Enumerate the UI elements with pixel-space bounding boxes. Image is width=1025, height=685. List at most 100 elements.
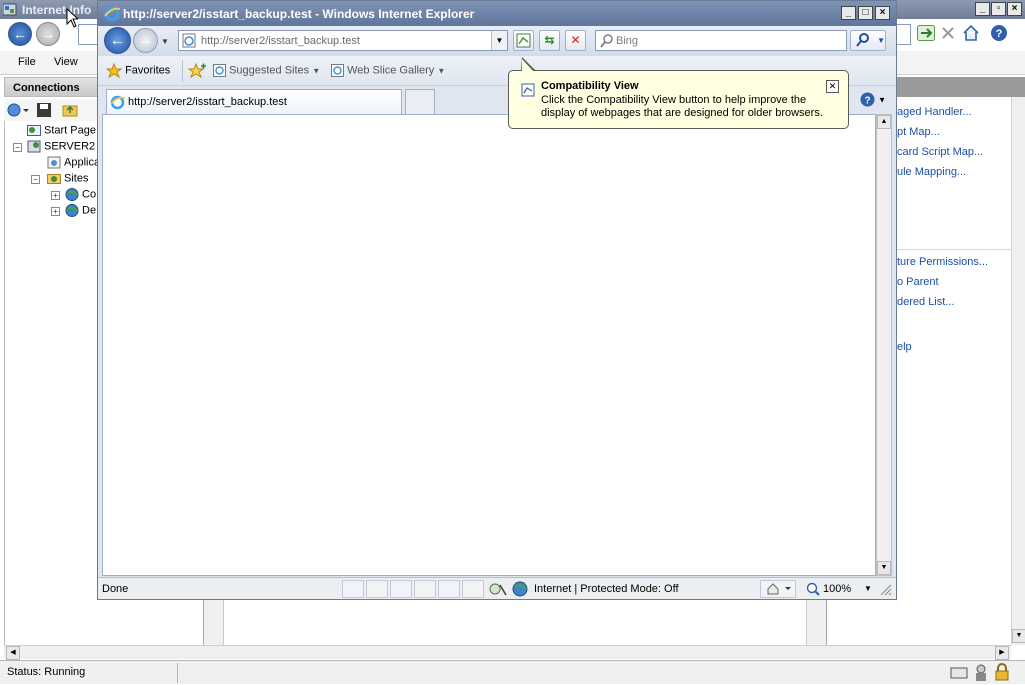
iis-help-icon[interactable]: ?	[990, 24, 1008, 45]
tree-item-site-2[interactable]: De	[65, 204, 96, 217]
tooltip-close-button[interactable]: ✕	[826, 80, 839, 93]
action-edit-feature-permissions[interactable]: ture Permissions...	[897, 256, 988, 268]
action-revert-to-parent[interactable]: o Parent	[897, 276, 939, 288]
tree-item-start-page[interactable]: Start Page	[27, 124, 96, 137]
popup-blocker-icon[interactable]	[489, 581, 507, 600]
tree-expand-site-2[interactable]: +	[51, 207, 60, 216]
iis-status-text: Status: Running	[7, 666, 86, 678]
tree-collapse-server[interactable]: −	[13, 143, 22, 152]
iis-close-button[interactable]: ×	[1007, 2, 1022, 16]
favbar-separator	[182, 60, 183, 82]
ie-help-button[interactable]: ? ▼	[860, 92, 886, 109]
new-tab-button[interactable]	[405, 89, 435, 114]
internet-zone-globe-icon	[512, 581, 528, 600]
protected-mode-icon[interactable]	[766, 582, 794, 599]
iis-refresh-icon[interactable]	[917, 25, 935, 44]
ie-address-bar[interactable]: http://server2/isstart_backup.test ▼	[178, 30, 508, 51]
status-cell	[438, 580, 460, 598]
favorites-button[interactable]: Favorites	[105, 62, 170, 79]
ie-forward-button[interactable]: →	[133, 28, 158, 53]
refresh-button[interactable]: ⇆	[539, 30, 560, 51]
ie-active-tab[interactable]: http://server2/isstart_backup.test	[106, 89, 402, 114]
suggested-sites-button[interactable]: Suggested Sites ▼	[213, 64, 320, 77]
save-icon[interactable]	[36, 102, 52, 121]
connections-header: Connections	[4, 77, 100, 97]
hscroll-left-arrow[interactable]: ◀	[6, 646, 20, 660]
ie-security-zone[interactable]: Internet | Protected Mode: Off	[534, 583, 679, 595]
tree-item-application-pools[interactable]: Applica	[47, 156, 100, 169]
actions-scrollbar[interactable]: ▼	[1011, 97, 1025, 645]
ie-page-content[interactable]	[102, 114, 876, 576]
zoom-icon[interactable]	[806, 582, 820, 599]
tooltip-title: Compatibility View	[541, 80, 639, 92]
iis-window-title: Internet Info	[22, 3, 92, 17]
action-help[interactable]: elp	[897, 341, 912, 353]
iis-menu-view[interactable]: View	[54, 56, 78, 68]
ie-vertical-scrollbar[interactable]: ▲ ▼	[876, 114, 892, 576]
ie-search-box[interactable]: Bing	[595, 30, 847, 51]
search-icon	[600, 34, 614, 51]
status-separator	[177, 663, 178, 683]
ie-maximize-button[interactable]: □	[858, 6, 873, 20]
ie-status-done: Done	[102, 583, 129, 595]
tree-item-sites[interactable]: Sites	[47, 172, 88, 185]
action-add-module-mapping[interactable]: ule Mapping...	[897, 166, 966, 178]
iis-address-box-end	[897, 24, 911, 45]
tree-item-site-1[interactable]: Co	[65, 188, 96, 201]
zoom-chevron-down-icon[interactable]: ▼	[864, 584, 872, 593]
hscroll-right-arrow[interactable]: ▶	[995, 646, 1009, 660]
status-cell	[414, 580, 436, 598]
ie-search-placeholder: Bing	[616, 35, 639, 47]
tree-item-server[interactable]: SERVER2 (	[27, 140, 102, 153]
iis-address-box[interactable]	[78, 24, 98, 45]
ie-recent-pages-dropdown[interactable]: ▼	[161, 37, 169, 46]
ie-tab-label: http://server2/isstart_backup.test	[128, 96, 287, 108]
search-options-chevron-icon[interactable]: ▼	[877, 36, 885, 45]
up-level-icon[interactable]	[62, 102, 78, 121]
action-add-managed-handler[interactable]: aged Handler...	[897, 106, 972, 118]
ie-scroll-down-arrow[interactable]: ▼	[877, 561, 891, 575]
lock-icon	[993, 663, 1011, 684]
ie-close-button[interactable]: ×	[875, 6, 890, 20]
actions-scroll-down-arrow[interactable]: ▼	[1012, 629, 1025, 643]
resize-grip-icon[interactable]	[880, 584, 892, 599]
action-view-ordered-list[interactable]: dered List...	[897, 296, 954, 308]
page-icon	[182, 33, 197, 51]
action-add-wildcard-script-map[interactable]: card Script Map...	[897, 146, 983, 158]
help-chevron-down-icon[interactable]: ▼	[878, 95, 886, 104]
web-slice-gallery-button[interactable]: Web Slice Gallery ▼	[331, 64, 445, 77]
add-to-favorites-bar-button[interactable]	[187, 62, 206, 79]
connect-icon[interactable]	[7, 102, 29, 121]
actions-separator	[897, 249, 1011, 250]
iis-center-content	[223, 598, 807, 645]
compatibility-view-tooltip: Compatibility View Click the Compatibili…	[508, 57, 849, 129]
stop-button[interactable]: ✕	[565, 30, 586, 51]
ie-back-button[interactable]: ←	[104, 27, 131, 54]
tab-ie-icon	[110, 95, 126, 113]
iis-restore-button[interactable]: ▫	[991, 2, 1006, 16]
ie-logo-icon	[104, 6, 121, 25]
ie-minimize-button[interactable]: _	[841, 6, 856, 20]
connections-toolbar	[4, 99, 100, 121]
iis-minimize-button[interactable]: _	[975, 2, 990, 16]
iis-stop-icon[interactable]	[941, 26, 955, 43]
ie-title-bar[interactable]: http://server2/isstart_backup.test - Win…	[98, 1, 896, 26]
ie-zoom-level[interactable]: 100%	[823, 583, 851, 595]
start-page-icon	[27, 124, 41, 137]
tree-collapse-sites[interactable]: −	[31, 175, 40, 184]
tree-expand-site-1[interactable]: +	[51, 191, 60, 200]
ie-status-bar: Done Internet | Protected Mode: Off 100%…	[98, 577, 896, 599]
ie-address-dropdown[interactable]: ▼	[491, 31, 507, 50]
ie-search-button[interactable]: ▼	[850, 30, 886, 51]
iis-back-button[interactable]: ←	[8, 22, 32, 46]
iis-home-icon[interactable]	[962, 24, 980, 45]
globe-icon	[65, 188, 79, 201]
svg-text:?: ?	[864, 96, 870, 107]
compatibility-view-button[interactable]	[513, 30, 534, 51]
ie-scroll-up-arrow[interactable]: ▲	[877, 115, 891, 129]
iis-horizontal-scrollbar[interactable]: ◀ ▶	[4, 645, 1011, 660]
ie-window-title: http://server2/isstart_backup.test - Win…	[123, 7, 475, 21]
action-add-script-map[interactable]: pt Map...	[897, 126, 940, 138]
iis-menu-file[interactable]: File	[18, 56, 36, 68]
iis-forward-button[interactable]: →	[36, 22, 60, 46]
